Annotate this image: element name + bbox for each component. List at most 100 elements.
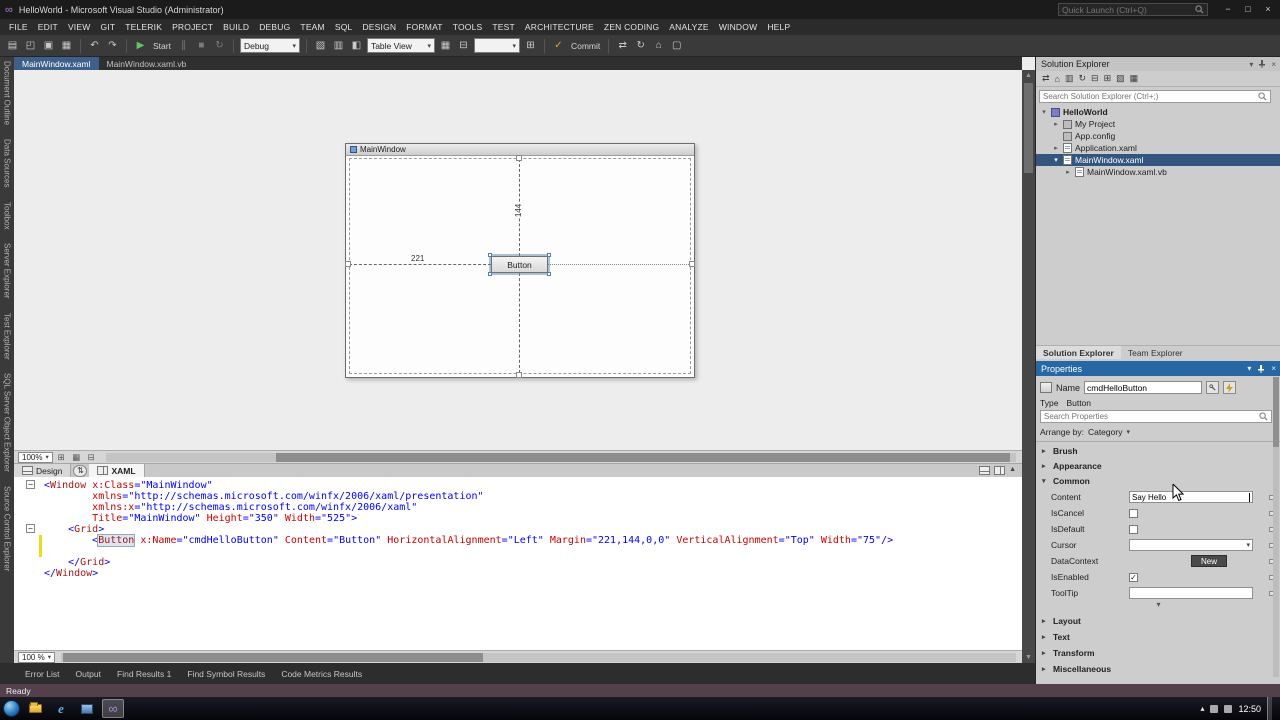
bottom-panel-tab[interactable]: Output [68, 666, 108, 682]
bottom-panel-tab[interactable]: Error List [18, 666, 66, 682]
snap-icon[interactable]: ⊟ [85, 452, 98, 463]
show-advanced-properties-chevron[interactable]: ▾ [1036, 600, 1280, 609]
scrollbar-thumb[interactable] [1273, 377, 1279, 447]
home-icon[interactable]: ⌂ [1055, 74, 1060, 84]
expand-all-icon[interactable]: ⊞ [1104, 73, 1112, 84]
taskbar-app-icon[interactable] [76, 699, 98, 718]
category-layout[interactable]: ▸ Layout [1036, 614, 1280, 628]
xaml-code[interactable]: <Window x:Class="MainWindow" xmlns="http… [44, 480, 1018, 579]
bottom-panel-tab[interactable]: Code Metrics Results [274, 666, 369, 682]
isenabled-checkbox[interactable]: ✓ [1129, 572, 1138, 582]
solution-explorer-search-box[interactable] [1039, 90, 1271, 103]
menu-item[interactable]: GIT [95, 20, 120, 34]
design-grid[interactable]: 144 221 Button [345, 155, 695, 378]
resize-handle[interactable] [488, 253, 492, 257]
start-debug-label[interactable]: Start [151, 41, 173, 51]
scrollbar-thumb[interactable] [275, 452, 1010, 462]
content-input[interactable] [1132, 492, 1249, 502]
fit-to-screen-icon[interactable]: ⊞ [55, 452, 68, 463]
collapse-icon[interactable]: ⊟ [456, 38, 471, 54]
commit-icon[interactable]: ✓ [551, 38, 566, 54]
side-tool-tab[interactable]: SQL Server Object Explorer [3, 373, 12, 472]
chevron-down-icon[interactable]: ▾ [1249, 60, 1253, 69]
maximize-button[interactable]: □ [1238, 0, 1258, 17]
category-text[interactable]: ▸ Text [1036, 630, 1280, 644]
tree-item-my-project[interactable]: ▸ My Project [1036, 118, 1280, 130]
taskbar-visual-studio-icon[interactable]: ∞ [102, 699, 124, 718]
scrollbar-thumb[interactable] [62, 652, 483, 662]
right-anchor-icon[interactable] [689, 261, 695, 267]
collapse-all-icon[interactable]: ⊟ [1091, 73, 1099, 84]
resize-handle[interactable] [488, 272, 492, 276]
properties-icon[interactable]: ▧ [1116, 73, 1125, 84]
open-file-icon[interactable]: ◰ [23, 38, 38, 54]
xaml-tab[interactable]: XAML [89, 463, 145, 478]
taskbar-clock[interactable]: 12:50 [1238, 704, 1261, 714]
menu-item[interactable]: SQL [330, 20, 358, 34]
menu-item[interactable]: FORMAT [401, 20, 447, 34]
close-icon[interactable]: × [1271, 60, 1276, 69]
tab-mainwindow-xaml[interactable]: MainWindow.xaml [14, 57, 99, 70]
design-button[interactable]: Button [488, 253, 551, 276]
solution-explorer-search-input[interactable] [1040, 92, 1258, 101]
design-tab[interactable]: Design [14, 463, 72, 478]
close-icon[interactable]: × [1271, 364, 1276, 373]
menu-item[interactable]: ANALYZE [664, 20, 714, 34]
fold-collapse-icon[interactable]: − [26, 480, 35, 489]
back-icon[interactable]: ⇄ [1042, 73, 1050, 84]
menu-item[interactable]: BUILD [218, 20, 254, 34]
properties-search-input[interactable] [1041, 412, 1259, 421]
find-icon[interactable]: ▧ [313, 38, 328, 54]
category-common[interactable]: ▾ Common [1036, 474, 1280, 488]
designer-horizontal-scrollbar[interactable] [105, 452, 1016, 462]
tree-item-app-config[interactable]: App.config [1036, 130, 1280, 142]
show-all-files-icon[interactable]: ▥ [1065, 73, 1074, 84]
commit-label[interactable]: Commit [569, 41, 602, 51]
preview-icon[interactable]: ▦ [1130, 73, 1139, 84]
properties-view-button[interactable] [1206, 381, 1220, 394]
arrange-by-control[interactable]: Arrange by: Category ▾ [1040, 427, 1130, 437]
refresh-icon[interactable]: ↻ [633, 38, 648, 54]
table-view-combo[interactable]: Table View ▾ [366, 38, 435, 53]
top-anchor-icon[interactable] [516, 155, 522, 161]
scroll-up-icon[interactable]: ▲ [1025, 70, 1032, 81]
tree-item-helloworld[interactable]: ▾ HelloWorld [1036, 106, 1280, 118]
save-all-icon[interactable]: ▦ [59, 38, 74, 54]
tree-item-mainwindow-xaml-vb[interactable]: ▸ MainWindow.xaml.vb [1036, 166, 1280, 178]
tree-item-application-xaml[interactable]: ▸ Application.xaml [1036, 142, 1280, 154]
chevron-right-icon[interactable]: ▸ [1052, 144, 1060, 152]
editor-horizontal-scrollbar[interactable] [60, 652, 1016, 662]
close-button[interactable]: × [1258, 0, 1278, 17]
fold-collapse-icon[interactable]: − [26, 524, 35, 533]
taskbar-explorer-icon[interactable] [24, 699, 46, 718]
pin-icon[interactable] [1257, 364, 1265, 373]
tray-icon[interactable] [1210, 704, 1219, 713]
bottom-panel-tab[interactable]: Find Results 1 [110, 666, 178, 682]
menu-item[interactable]: DESIGN [357, 20, 401, 34]
start-debug-icon[interactable]: ▶ [133, 38, 148, 54]
quick-launch-box[interactable] [1058, 3, 1208, 16]
properties-header[interactable]: Properties ▾ × [1036, 361, 1280, 376]
show-desktop-button[interactable] [1267, 697, 1272, 720]
chevron-down-icon[interactable]: ▾ [1247, 364, 1251, 373]
show-grid-icon[interactable]: ▦ [70, 452, 83, 463]
side-tool-tab[interactable]: Document Outline [3, 61, 12, 125]
category-appearance[interactable]: ▸ Appearance [1036, 459, 1280, 473]
home-icon[interactable]: ⌂ [651, 38, 666, 54]
menu-item[interactable]: TOOLS [448, 20, 488, 34]
chevron-down-icon[interactable]: ▾ [1040, 108, 1048, 116]
side-tool-tab[interactable]: Test Explorer [3, 313, 12, 360]
tree-item-mainwindow-xaml[interactable]: ▾ MainWindow.xaml [1036, 154, 1280, 166]
pause-icon[interactable]: ∥ [176, 38, 191, 54]
grid-icon[interactable]: ▦ [438, 38, 453, 54]
restart-icon[interactable]: ↻ [212, 38, 227, 54]
xaml-code-editor[interactable]: − − <Window x:Class="MainWindow" xmlns="… [14, 477, 1022, 650]
element-name-input[interactable] [1084, 381, 1203, 394]
tray-icon[interactable] [1224, 704, 1233, 713]
scroll-down-icon[interactable]: ▼ [1025, 652, 1032, 663]
menu-item[interactable]: TEAM [295, 20, 329, 34]
stop-icon[interactable]: ■ [194, 38, 209, 54]
editor-zoom-combo[interactable]: 100 % ▾ [18, 651, 55, 663]
vertical-split-icon[interactable] [994, 466, 1006, 475]
content-field[interactable] [1129, 491, 1253, 503]
